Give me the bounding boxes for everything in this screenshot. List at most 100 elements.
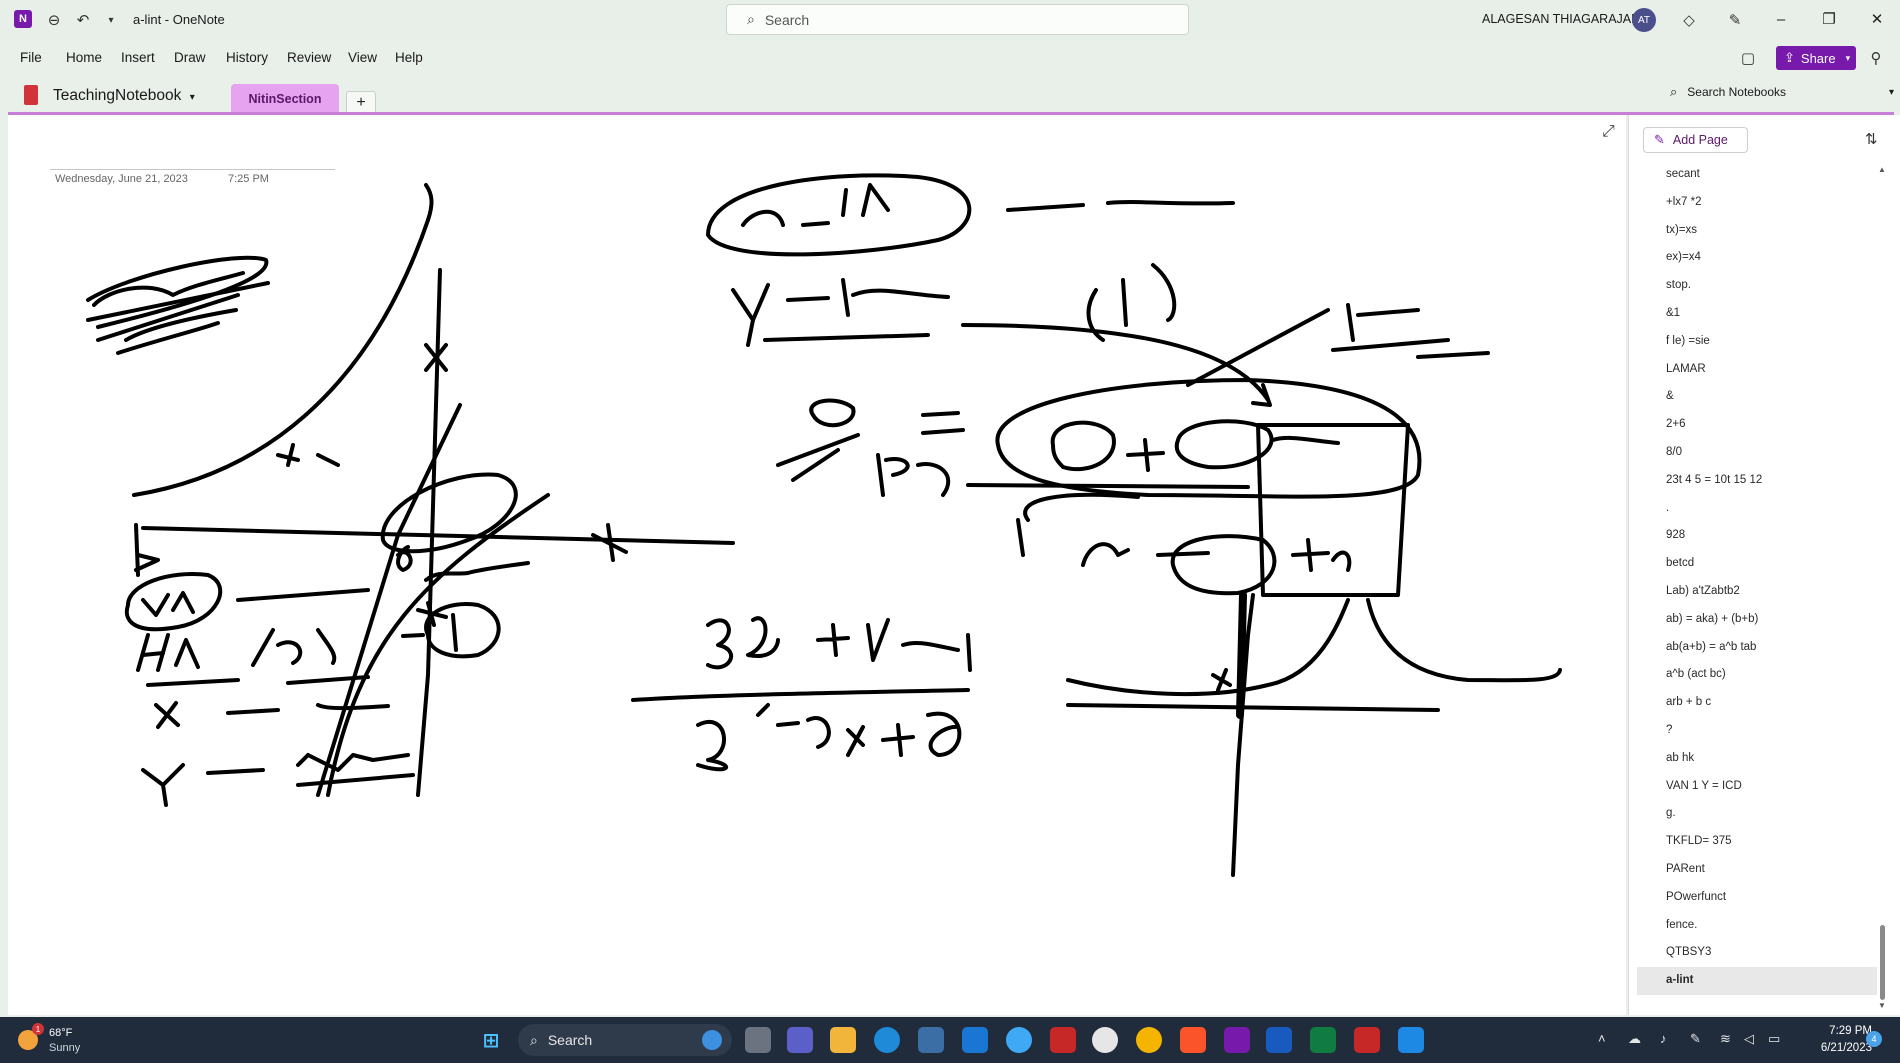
page-list-item[interactable]: POwerfunct	[1637, 884, 1877, 912]
restore-button[interactable]: ❐	[1814, 6, 1844, 32]
feedback-icon[interactable]: ⚲	[1864, 46, 1888, 70]
ink-va-text	[141, 591, 195, 617]
page-list-item[interactable]: a-lint	[1637, 967, 1877, 995]
battery-icon[interactable]: ▭	[1768, 1031, 1780, 1047]
menu-history[interactable]: History	[226, 50, 268, 65]
page-list-item[interactable]: ?	[1637, 717, 1877, 745]
taskbar-search[interactable]: ⌕ Search	[518, 1024, 732, 1056]
chevron-down-icon: ▾	[1888, 86, 1894, 98]
page-list-item[interactable]: QTBSY3	[1637, 939, 1877, 967]
page-list-item[interactable]: betcd	[1637, 550, 1877, 578]
scroll-up-icon[interactable]: ▲	[1878, 165, 1886, 174]
back-icon[interactable]: ⊖	[42, 8, 66, 32]
globe-icon[interactable]	[1398, 1027, 1424, 1053]
page-list-item[interactable]: 8/0	[1637, 439, 1877, 467]
tab-nitinsection[interactable]: NitinSection	[231, 84, 339, 114]
clock-date[interactable]: 6/21/2023	[1802, 1042, 1872, 1054]
onenote-taskbar-icon[interactable]	[1224, 1027, 1250, 1053]
page-list-item[interactable]: &	[1637, 383, 1877, 411]
acrobat-icon[interactable]	[1354, 1027, 1380, 1053]
page-list-item[interactable]: a^b (act bc)	[1637, 661, 1877, 689]
chrome-icon[interactable]	[1136, 1027, 1162, 1053]
page-canvas[interactable]: Wednesday, June 21, 2023 7:25 PM ⤢	[8, 115, 1626, 1015]
page-list-item[interactable]: ex)=x4	[1637, 244, 1877, 272]
undo-icon[interactable]: ↶	[71, 8, 95, 32]
page-list-item[interactable]: 928	[1637, 522, 1877, 550]
page-list-item[interactable]: arb + b c	[1637, 689, 1877, 717]
diamond-icon[interactable]: ◇	[1677, 8, 1701, 32]
app-icon-w[interactable]	[1092, 1027, 1118, 1053]
handwriting-ink[interactable]	[8, 115, 1626, 1015]
clock-time[interactable]: 7:29 PM	[1812, 1025, 1872, 1037]
word-icon[interactable]	[1266, 1027, 1292, 1053]
ink-underline-1	[146, 675, 370, 687]
wifi-icon[interactable]: ≋	[1720, 1031, 1731, 1047]
menu-view[interactable]: View	[348, 50, 377, 65]
help-icon[interactable]	[1006, 1027, 1032, 1053]
microphone-icon[interactable]: ♪	[1660, 1031, 1667, 1046]
ink-px-text	[776, 433, 951, 497]
volume-icon[interactable]: ◁	[1744, 1031, 1754, 1047]
mcafee-icon[interactable]	[1050, 1027, 1076, 1053]
page-list-item[interactable]: ab) = aka) + (b+b)	[1637, 606, 1877, 634]
menu-insert[interactable]: Insert	[121, 50, 155, 65]
add-page-button[interactable]: ✎ Add Page	[1643, 127, 1748, 153]
page-list-item[interactable]: ab hk	[1637, 745, 1877, 773]
sticky-notes-icon[interactable]: ▢	[1736, 46, 1760, 70]
minimize-button[interactable]: –	[1766, 6, 1796, 32]
page-list-item[interactable]: ab(a+b) = a^b tab	[1637, 634, 1877, 662]
ink-dash-2	[226, 708, 280, 715]
menu-review[interactable]: Review	[287, 50, 331, 65]
teams-icon[interactable]	[787, 1027, 813, 1053]
page-list-scrollbar[interactable]: ▲ ▼	[1877, 163, 1887, 1013]
cloud-icon[interactable]: ☁	[1628, 1031, 1641, 1047]
page-list-item[interactable]: stop.	[1637, 272, 1877, 300]
notebook-icon	[24, 85, 38, 105]
brave-icon[interactable]	[1180, 1027, 1206, 1053]
share-button[interactable]: ⇪ Share ▾	[1776, 46, 1856, 70]
page-list-item[interactable]: TKFLD= 375	[1637, 828, 1877, 856]
page-list-item[interactable]: PARent	[1637, 856, 1877, 884]
title-bar: N ⊖ ↶ ▾ a-lint - OneNote ⌕ Search ALAGES…	[0, 0, 1900, 40]
file-explorer-icon[interactable]	[830, 1027, 856, 1053]
menu-draw[interactable]: Draw	[174, 50, 206, 65]
notebook-selector[interactable]: TeachingNotebook ▾	[53, 87, 195, 105]
page-list-item[interactable]: .	[1637, 495, 1877, 523]
page-list-item[interactable]: LAMAR	[1637, 356, 1877, 384]
page-list-item[interactable]: tx)=xs	[1637, 217, 1877, 245]
pen-icon[interactable]: ✎	[1723, 8, 1747, 32]
page-list-item[interactable]: VAN 1 Y = ICD	[1637, 773, 1877, 801]
page-list-item[interactable]: 2+6	[1637, 411, 1877, 439]
page-list-item[interactable]: 23t 4 5 = 10t 15 12	[1637, 467, 1877, 495]
avatar[interactable]: AT	[1632, 8, 1656, 32]
page-list-item[interactable]: +lx7 *2	[1637, 189, 1877, 217]
task-view-icon[interactable]	[745, 1027, 771, 1053]
menu-file[interactable]: File	[20, 50, 42, 65]
store-icon[interactable]	[918, 1027, 944, 1053]
page-list-item[interactable]: Lab) a'tZabtb2	[1637, 578, 1877, 606]
scroll-thumb[interactable]	[1880, 925, 1885, 1000]
quick-access-chevron-icon[interactable]: ▾	[99, 8, 123, 32]
close-button[interactable]: ✕	[1862, 6, 1892, 32]
search-notebooks-input[interactable]: ⌕ Search Notebooks ▾	[1670, 80, 1900, 104]
page-list-item[interactable]: secant	[1637, 161, 1877, 189]
page-list-item[interactable]: fence.	[1637, 912, 1877, 940]
menu-home[interactable]: Home	[66, 50, 102, 65]
page-list-item[interactable]: &1	[1637, 300, 1877, 328]
app-icon-blue[interactable]	[962, 1027, 988, 1053]
search-input[interactable]: ⌕ Search	[726, 4, 1189, 35]
chevron-up-icon[interactable]: ˄	[1598, 1031, 1606, 1046]
menu-help[interactable]: Help	[395, 50, 423, 65]
excel-icon[interactable]	[1310, 1027, 1336, 1053]
chevron-down-icon: ▾	[1845, 52, 1851, 63]
page-list-item[interactable]: f le) =sie	[1637, 328, 1877, 356]
sort-icon[interactable]: ⇅	[1865, 130, 1878, 148]
user-name[interactable]: ALAGESAN THIAGARAJAN	[1482, 12, 1640, 26]
edge-icon[interactable]	[874, 1027, 900, 1053]
notification-badge[interactable]: 4	[1866, 1031, 1882, 1047]
page-list-item[interactable]: g.	[1637, 800, 1877, 828]
pen-tray-icon[interactable]: ✎	[1690, 1031, 1701, 1047]
search-icon: ⌕	[530, 1031, 538, 1048]
scroll-down-icon[interactable]: ▼	[1878, 1001, 1886, 1010]
start-icon[interactable]: ⊞	[478, 1027, 504, 1053]
